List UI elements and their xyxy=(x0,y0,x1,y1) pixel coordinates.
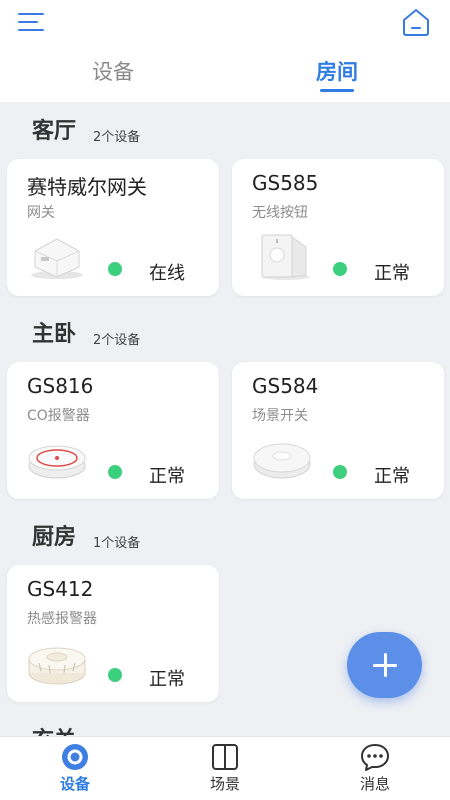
status-indicator xyxy=(333,465,347,479)
device-status: 正常 xyxy=(374,466,410,487)
device-card[interactable]: GS412 热感报警器 正常 xyxy=(7,565,219,702)
nav-label: 设备 xyxy=(59,775,90,793)
device-status: 正常 xyxy=(149,669,185,690)
message-tab-icon xyxy=(361,744,389,771)
scene-switch-device-icon xyxy=(253,443,311,479)
device-type: 热感报警器 xyxy=(27,611,97,627)
nav-messages[interactable]: 消息 xyxy=(335,737,415,800)
scene-tab-icon xyxy=(212,744,238,770)
device-name: 赛特威尔网关 xyxy=(27,175,147,199)
device-type: 网关 xyxy=(27,205,55,221)
device-name: GS584 xyxy=(252,374,319,398)
active-tab-indicator xyxy=(320,89,354,92)
device-card[interactable]: GS584 场景开关 正常 xyxy=(232,362,444,499)
device-type: 场景开关 xyxy=(252,408,308,424)
tab-devices[interactable]: 设备 xyxy=(53,56,173,86)
tab-rooms[interactable]: 房间 xyxy=(277,56,397,86)
nav-label: 场景 xyxy=(209,775,240,793)
add-device-button[interactable] xyxy=(347,632,422,698)
device-name: GS816 xyxy=(27,374,94,398)
device-card[interactable]: 赛特威尔网关 网关 在线 xyxy=(7,159,219,296)
room-device-count: 2个设备 xyxy=(93,333,141,348)
device-name: GS585 xyxy=(252,171,319,195)
room-title: 玄关 xyxy=(32,722,76,736)
device-type: CO报警器 xyxy=(27,408,90,424)
status-indicator xyxy=(333,262,347,276)
nav-scenes[interactable]: 场景 xyxy=(185,737,265,800)
room-title: 厨房 xyxy=(32,525,77,550)
app-header: 设备 房间 xyxy=(0,0,450,102)
room-title: 主卧 xyxy=(32,322,77,347)
room-title: 客厅 xyxy=(32,119,77,144)
device-type: 无线按钮 xyxy=(252,205,308,221)
room-device-count: 2个设备 xyxy=(93,130,141,145)
nav-label: 消息 xyxy=(359,775,390,793)
status-indicator xyxy=(108,262,122,276)
co-alarm-device-icon xyxy=(28,445,86,479)
device-card[interactable]: GS816 CO报警器 正常 xyxy=(7,362,219,499)
gateway-device-icon xyxy=(31,238,83,279)
device-status: 在线 xyxy=(149,263,185,284)
bottom-navigation: 设备 场景 消息 xyxy=(0,736,450,800)
device-status: 正常 xyxy=(374,263,410,284)
nav-devices[interactable]: 设备 xyxy=(35,737,115,800)
device-status: 正常 xyxy=(149,466,185,487)
status-indicator xyxy=(108,668,122,682)
home-icon[interactable] xyxy=(400,6,432,38)
device-tab-icon xyxy=(62,744,88,770)
room-device-count: 1个设备 xyxy=(93,536,141,551)
heat-alarm-device-icon xyxy=(28,647,86,685)
device-card[interactable]: GS585 无线按钮 正常 xyxy=(232,159,444,296)
device-name: GS412 xyxy=(27,577,94,601)
wireless-button-device-icon xyxy=(261,234,310,280)
status-indicator xyxy=(108,465,122,479)
menu-icon[interactable] xyxy=(18,10,48,36)
